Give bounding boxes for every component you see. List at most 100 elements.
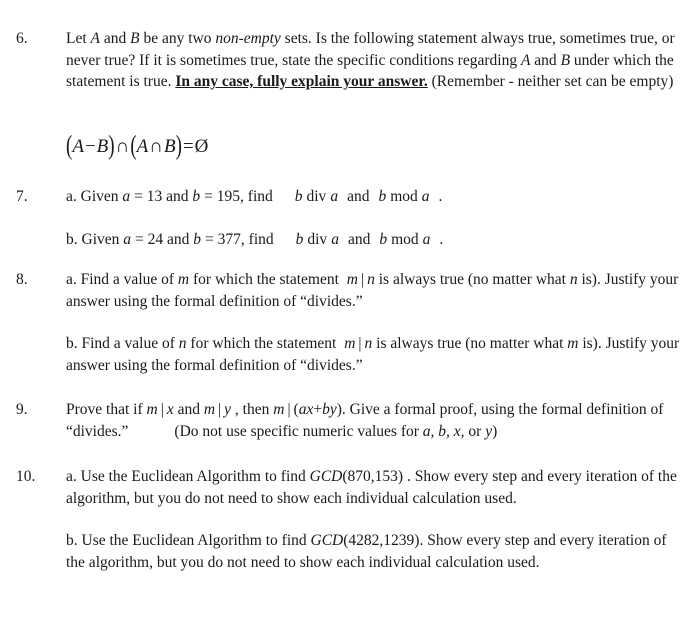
- q10a-lead: a. Use the Euclidean Algorithm to find: [66, 468, 310, 485]
- q8a-var-n: n: [569, 271, 578, 288]
- problem-8-body: a. Find a value of m for which the state…: [66, 269, 686, 376]
- q8b-var-n: n: [178, 335, 187, 352]
- problem-8: 8. a. Find a value of m for which the st…: [0, 269, 700, 376]
- q7b-eq-b: = 377: [205, 230, 241, 248]
- problem-9-body: Prove that if m | x and m | y , then m | (ax+b…: [66, 399, 686, 442]
- problem-8b-text: b. Find a value of n for which the state…: [66, 333, 686, 376]
- q6-set-a2: A: [520, 51, 531, 69]
- problem-7b-text: b. Given a = 24 and b = 377, find b div a and b…: [66, 229, 686, 251]
- q10b-gcd-label: GCD: [310, 532, 344, 549]
- q8b-mid-2: is always true (no matter what: [372, 335, 568, 352]
- q6-set-b: B: [130, 30, 140, 47]
- problem-6-text: Let A and B be any two non-empty sets. I…: [66, 28, 686, 93]
- q7b-var-a: a: [123, 230, 132, 248]
- math-equals: =: [182, 136, 194, 157]
- q9-y: y: [224, 401, 232, 418]
- q8b-m: m: [344, 335, 356, 352]
- problem-8a-text: a. Find a value of m for which the state…: [66, 269, 686, 312]
- math-empty-set: Ø: [194, 136, 209, 157]
- problem-6-display-math: (A−B)∩(A∩B)=Ø: [66, 131, 209, 161]
- divides-bar-icon: |: [160, 401, 164, 418]
- q9-m-3: m: [273, 401, 285, 418]
- q9-or: or: [464, 422, 486, 440]
- q6-set-a: A: [90, 30, 100, 47]
- q6-set-b2: B: [560, 51, 571, 69]
- q8a-mid-2: is always true (no matter what: [374, 271, 570, 288]
- math-intersection-1: ∩: [115, 136, 130, 157]
- q8a-mid-1: for which the statement: [189, 271, 343, 288]
- problem-6: 6. Let A and B be any two non-empty sets…: [0, 28, 700, 93]
- q7a-and: and: [162, 188, 193, 205]
- q6-emphasis: In any case, fully explain your answer.: [175, 73, 428, 90]
- q9-lead: Prove that if: [66, 401, 147, 418]
- q7a-b-2: b: [378, 188, 387, 205]
- q10a-gcd-args: (870,153): [342, 468, 404, 485]
- math-set-a2: A: [136, 136, 149, 157]
- q7a-b-1: b: [294, 188, 303, 205]
- q6-and-2: and: [530, 51, 561, 69]
- q7b-div-op: div: [307, 230, 328, 248]
- q7b-period: .: [439, 230, 444, 248]
- q6-tail: (Remember - neither set can be empty): [427, 73, 674, 90]
- math-minus: −: [84, 136, 96, 157]
- q7a-eq-b: = 195: [204, 188, 241, 205]
- q9-m-1: m: [146, 401, 158, 418]
- problem-number-6: 6.: [16, 30, 28, 47]
- math-intersection-2: ∩: [149, 136, 163, 157]
- q8a-m: m: [346, 271, 358, 288]
- problem-number-7: 7.: [16, 188, 28, 205]
- problem-7a-text: a. Given a = 13 and b = 195, find b div a and b…: [66, 186, 686, 208]
- q10b-gcd-args: (4282,1239): [343, 532, 420, 549]
- q7a-a-1: a: [330, 188, 339, 205]
- q9-by: by: [322, 401, 337, 418]
- q7b-find: , find: [240, 230, 274, 248]
- problem-9: 9. Prove that if m | x and m | y , then m | (a…: [0, 399, 700, 442]
- q8b-mid-1: for which the statement: [186, 335, 341, 352]
- q7a-lead: a. Given: [66, 188, 123, 205]
- q7b-and: and: [163, 230, 194, 248]
- q9-m-2: m: [203, 401, 216, 418]
- problem-number-8: 8.: [16, 271, 28, 288]
- math-close-paren-1: ): [108, 131, 115, 162]
- q10b-lead: b. Use the Euclidean Algorithm to find: [66, 532, 311, 549]
- q9-ax: ax: [298, 401, 314, 418]
- q7b-and-2: and: [347, 230, 371, 248]
- problem-10-body: a. Use the Euclidean Algorithm to find G…: [66, 466, 686, 573]
- math-open-paren-2: (: [130, 131, 137, 162]
- q9-and: and: [173, 401, 204, 418]
- q8b-lead: b. Find a value of: [66, 335, 179, 352]
- q8a-lead: a. Find a value of: [66, 271, 178, 288]
- divides-bar-icon: |: [218, 401, 222, 418]
- divides-bar-icon: |: [361, 271, 365, 288]
- q7b-mod-op: mod: [391, 230, 419, 248]
- problem-10b-text: b. Use the Euclidean Algorithm to find G…: [66, 530, 686, 573]
- q7a-div-op: div: [306, 188, 327, 205]
- q8b-var-m: m: [567, 335, 579, 352]
- q7a-a-2: a: [421, 188, 430, 205]
- q7a-period: .: [438, 188, 443, 205]
- q7b-a-2: a: [422, 230, 431, 248]
- q6-and-1: and: [100, 30, 131, 47]
- q9-paren-note: (Do not use specific numeric values for: [174, 422, 423, 440]
- q7a-find: , find: [240, 188, 273, 205]
- problem-number-9: 9.: [16, 401, 28, 418]
- q7b-eq-a: = 24: [135, 230, 164, 248]
- math-close-paren-2: ): [175, 131, 182, 162]
- q6-mid-1: be any two: [139, 30, 216, 47]
- document-page: 6. Let A and B be any two non-empty sets…: [0, 0, 700, 621]
- math-open-paren-1: (: [66, 131, 73, 162]
- divides-bar-icon: |: [358, 335, 362, 352]
- q8a-var-m: m: [177, 271, 190, 288]
- q7a-and-2: and: [347, 188, 370, 205]
- problem-number-10: 10.: [16, 468, 36, 485]
- q7a-var-b: b: [192, 188, 201, 205]
- q7b-b-1: b: [295, 230, 304, 248]
- q6-non-empty: non-empty: [215, 30, 281, 47]
- problem-10a-text: a. Use the Euclidean Algorithm to find G…: [66, 466, 686, 509]
- q7a-mod-op: mod: [390, 188, 418, 205]
- q9-then: , then: [231, 401, 274, 418]
- q7a-eq-a: = 13: [134, 188, 163, 205]
- problem-7: 7. a. Given a = 13 and b = 195, find b div a a…: [0, 186, 700, 250]
- q8a-n: n: [367, 271, 375, 288]
- q9-plus: +: [313, 401, 323, 418]
